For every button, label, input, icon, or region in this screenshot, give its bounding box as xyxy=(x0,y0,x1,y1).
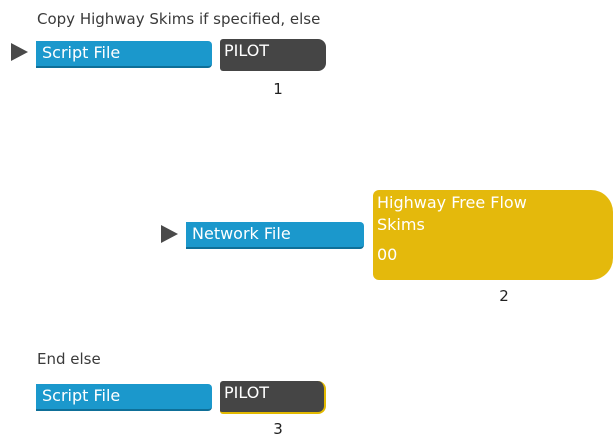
end-else-caption: End else xyxy=(37,350,101,368)
output-title-line-2: Skims xyxy=(377,215,425,234)
flow-diagram-canvas: Copy Highway Skims if specified, else Sc… xyxy=(0,0,615,441)
input-arrow-icon xyxy=(161,225,178,243)
highway-free-flow-skims-output[interactable]: Highway Free Flow Skims 00 xyxy=(373,190,613,280)
step-number-3: 3 xyxy=(273,420,283,438)
input-arrow-icon xyxy=(11,43,28,61)
script-file-input-1[interactable]: Script File xyxy=(36,41,212,68)
pilot-program-1[interactable]: PILOT xyxy=(220,39,326,71)
step-number-1: 1 xyxy=(273,80,283,98)
copy-skims-caption: Copy Highway Skims if specified, else xyxy=(37,10,321,28)
output-title-line-1: Highway Free Flow xyxy=(377,193,527,212)
pilot-program-3[interactable]: PILOT xyxy=(220,381,326,414)
network-file-input[interactable]: Network File xyxy=(186,222,364,249)
step-number-2: 2 xyxy=(499,287,509,305)
script-file-input-3[interactable]: Script File xyxy=(36,384,212,411)
output-code: 00 xyxy=(377,245,398,264)
